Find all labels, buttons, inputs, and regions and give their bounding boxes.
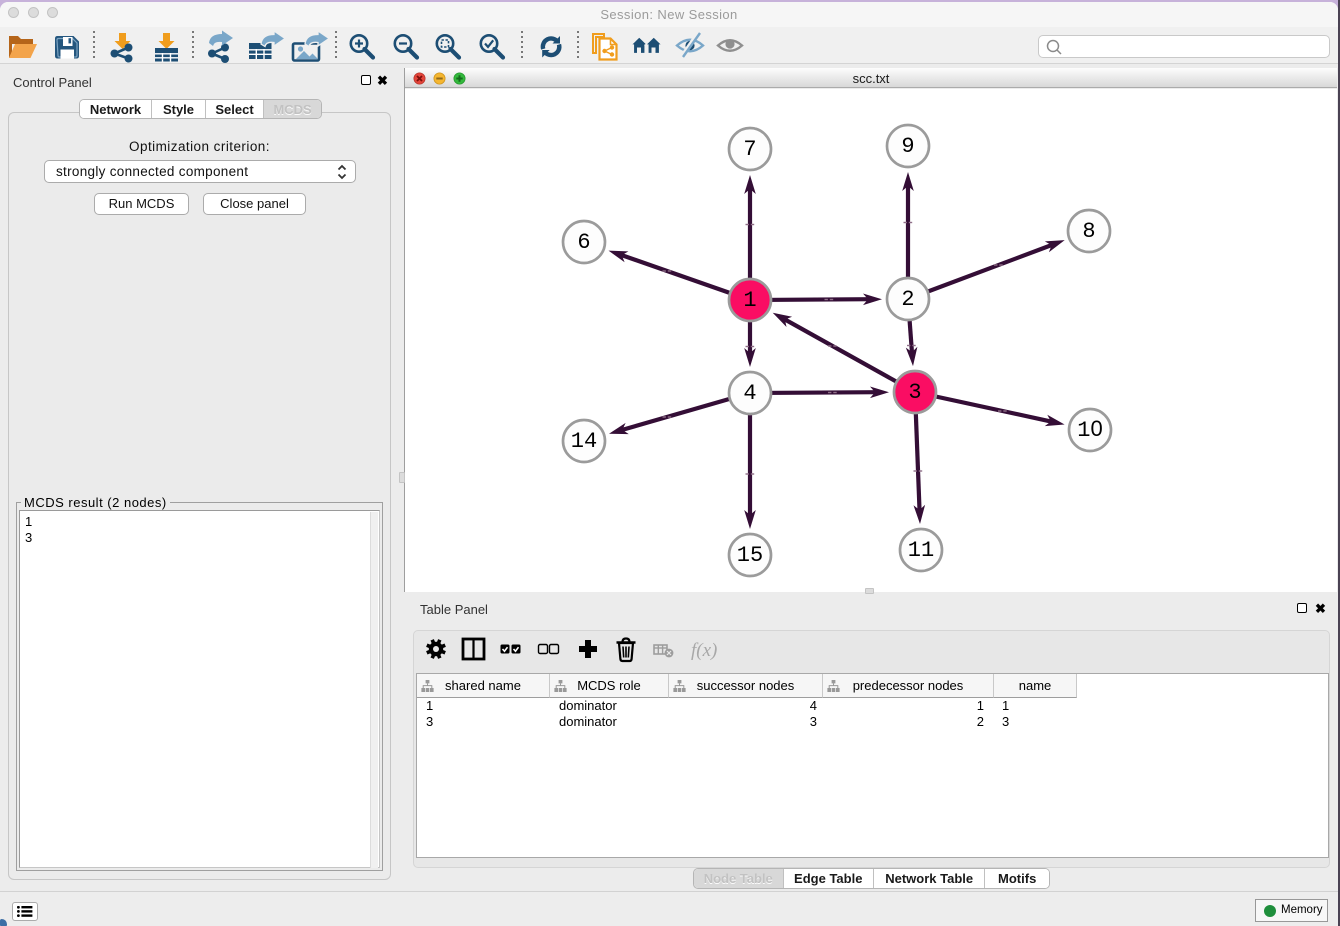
svg-text:10: 10 (1077, 416, 1102, 443)
svg-text:1: 1 (743, 288, 756, 313)
svg-text:15: 15 (737, 543, 763, 568)
svg-text:4: 4 (743, 381, 756, 406)
svg-text:7: 7 (743, 137, 756, 162)
svg-text:2: 2 (901, 287, 914, 312)
svg-text:8: 8 (1082, 219, 1095, 244)
svg-text:11: 11 (908, 538, 934, 563)
svg-text:f(x): f(x) (691, 640, 717, 661)
svg-text:14: 14 (571, 429, 597, 454)
svg-text:3: 3 (908, 380, 921, 405)
svg-text:9: 9 (901, 134, 914, 159)
svg-text:6: 6 (577, 230, 590, 255)
